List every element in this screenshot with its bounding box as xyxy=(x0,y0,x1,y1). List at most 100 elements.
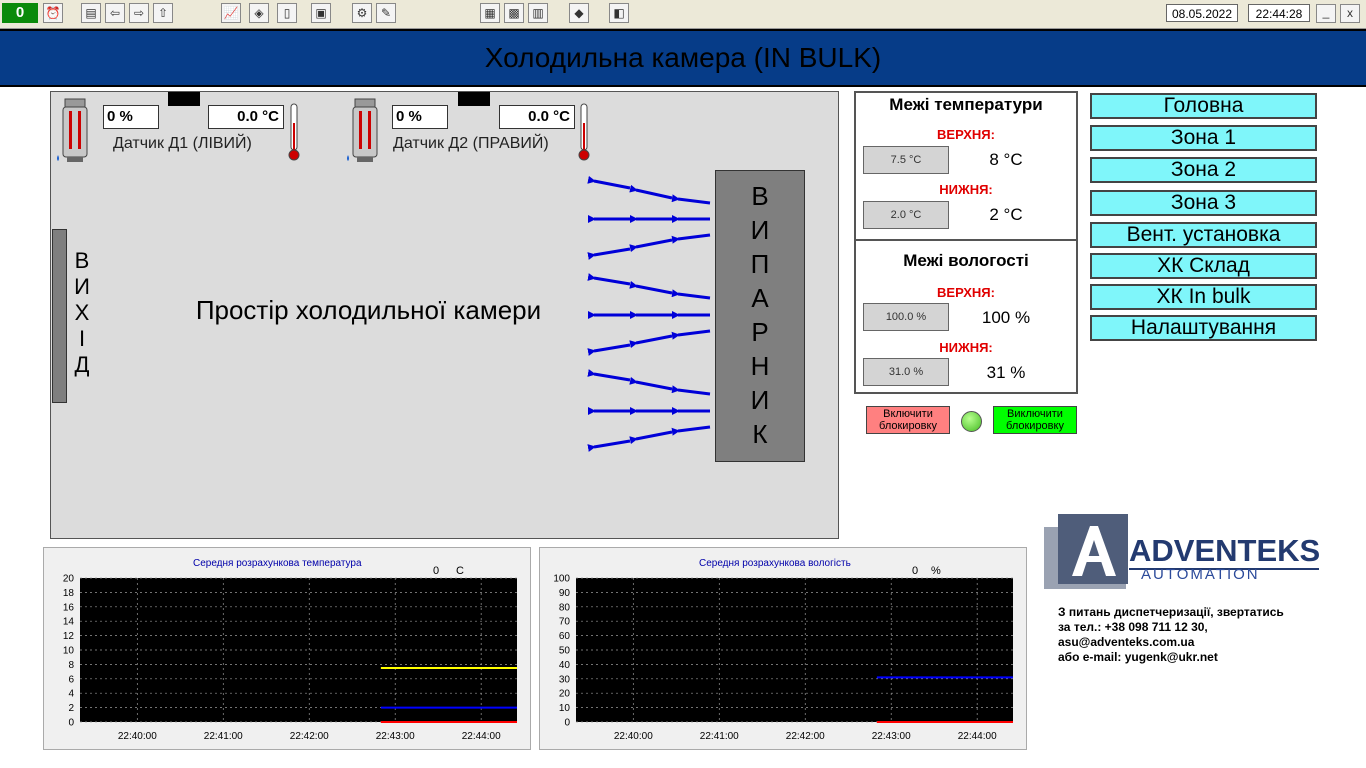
date-display: 08.05.2022 xyxy=(1166,4,1238,22)
y-tick-label: 80 xyxy=(559,602,571,613)
contact-line-1: З питань диспетчеризації, звертатись xyxy=(1058,605,1284,619)
y-tick-label: 40 xyxy=(559,660,571,671)
forward-arrow-icon[interactable]: ⇨ xyxy=(129,3,149,23)
chart-canvas: 0 10 20 30 40 50 60 70 80 90 100 22:40:00 22:41:00 22… xyxy=(553,574,1013,742)
y-tick-label: 0 xyxy=(68,718,74,729)
evaporator: В И П А Р Н И К xyxy=(715,170,805,462)
logo-square xyxy=(1058,514,1128,584)
tree-icon[interactable]: ▤ xyxy=(81,3,101,23)
room-space-label: Простір холодильної камери xyxy=(195,295,542,325)
page-title: Холодильна камера (IN BULK) xyxy=(484,42,882,73)
nav-ventilation-button[interactable]: Вент. установка xyxy=(1090,222,1317,248)
up-arrow-icon[interactable]: ⇧ xyxy=(153,3,173,23)
contact-line-4[interactable]: або e-mail: yugenk@ukr.net xyxy=(1058,650,1218,664)
x-tick-label: 22:43:00 xyxy=(376,731,415,742)
layers-icon[interactable]: ◈ xyxy=(249,3,269,23)
edit-icon[interactable]: ✎ xyxy=(376,3,396,23)
hum-lower-label: НИЖНЯ: xyxy=(939,340,993,355)
x-tick-label: 22:42:00 xyxy=(786,731,825,742)
humidity-sensor-icon xyxy=(347,98,378,162)
y-tick-label: 60 xyxy=(559,631,571,642)
temp-lower-label: НИЖНЯ: xyxy=(939,182,993,197)
y-tick-label: 6 xyxy=(68,674,74,685)
humidity-limits-title: Межі вологості xyxy=(903,251,1029,270)
y-tick-label: 16 xyxy=(63,602,75,613)
enable-blocking-line2: блокировку xyxy=(879,420,937,432)
logo-name: ADVENTEKS xyxy=(1129,533,1321,568)
book-icon[interactable]: ◧ xyxy=(609,3,629,23)
y-tick-label: 70 xyxy=(559,617,571,628)
y-tick-label: 90 xyxy=(559,588,571,599)
cold-room-diagram: 0 % 0.0 °C Датчик Д1 (ЛІВИЙ) 0 % 0.0 °C … xyxy=(50,91,839,539)
disable-blocking-button[interactable]: Виключити блокировку xyxy=(993,406,1077,434)
temp-upper-setpoint-button[interactable]: 7.5 °C xyxy=(863,146,949,174)
y-tick-label: 2 xyxy=(68,703,74,714)
hum-upper-setpoint-button[interactable]: 100.0 % xyxy=(863,303,949,331)
logo-a-icon xyxy=(1072,526,1116,576)
y-tick-label: 20 xyxy=(559,689,571,700)
evaporator-letter: В xyxy=(751,181,769,211)
trend-icon[interactable]: 📈 xyxy=(221,3,241,23)
settings-icon[interactable]: ⚙ xyxy=(352,3,372,23)
alarm-clock-icon[interactable]: ⏰ xyxy=(43,3,63,23)
y-tick-label: 4 xyxy=(68,689,74,700)
chart-canvas: 0 2 4 6 8 10 12 14 16 18 20 22:40:00 22:41:00 22:42:0… xyxy=(63,574,517,742)
temperature-chart-panel: Середня розрахункова температура 0 C 024… xyxy=(43,547,531,750)
network-icon[interactable]: ▩ xyxy=(504,3,524,23)
evaporator-letter: Н xyxy=(750,351,770,381)
eraser-icon[interactable]: ◆ xyxy=(569,3,589,23)
humidity-chart: 0 10 20 30 40 50 60 70 80 90 100 22:40:00 22:41:00 22… xyxy=(540,548,1028,751)
y-tick-label: 100 xyxy=(553,574,570,585)
y-tick-label: 20 xyxy=(63,574,75,585)
enable-blocking-line1: Включити xyxy=(883,408,933,420)
y-tick-label: 12 xyxy=(63,631,75,642)
enable-blocking-button[interactable]: Включити блокировку xyxy=(866,406,950,434)
y-tick-label: 10 xyxy=(559,703,571,714)
exit-letter: Д xyxy=(74,352,90,377)
humidity-chart-panel: Середня розрахункова вологість 0 % 0 10 20… xyxy=(539,547,1027,750)
report-icon[interactable]: ▣ xyxy=(311,3,331,23)
x-tick-label: 22:44:00 xyxy=(462,731,501,742)
nav-zone2-button[interactable]: Зона 2 xyxy=(1090,157,1317,183)
sensor1-label: Датчик Д1 (ЛІВИЙ) xyxy=(113,135,252,152)
nav-settings-button[interactable]: Налаштування xyxy=(1090,315,1317,341)
y-tick-label: 10 xyxy=(63,646,75,657)
sensor2-humidity: 0 % xyxy=(392,105,448,129)
minimize-button[interactable]: _ xyxy=(1316,4,1336,23)
exit-door xyxy=(52,229,67,403)
exit-letter: В xyxy=(74,248,90,273)
evaporator-letter: Р xyxy=(751,317,769,347)
evaporator-letter: И xyxy=(750,215,770,245)
close-button[interactable]: x xyxy=(1340,4,1360,23)
nav-zone3-button[interactable]: Зона 3 xyxy=(1090,190,1317,216)
temperature-chart: 0 2 4 6 8 10 12 14 16 18 20 22:40:00 22:41:00 22:42:0… xyxy=(44,548,532,751)
nav-inbulk-button[interactable]: ХК In bulk xyxy=(1090,284,1317,310)
monitor-icon[interactable]: ▥ xyxy=(528,3,548,23)
header-bar: Холодильна камера (IN BULK) xyxy=(0,29,1366,87)
y-tick-label: 14 xyxy=(63,617,75,628)
disable-blocking-line1: Виключити xyxy=(1007,408,1063,420)
exit-letter: И xyxy=(74,274,90,299)
y-tick-label: 50 xyxy=(559,646,571,657)
nav-warehouse-button[interactable]: ХК Склад xyxy=(1090,253,1317,279)
temp-lower-value: 2 °C xyxy=(989,205,1023,224)
temp-lower-setpoint-button[interactable]: 2.0 °C xyxy=(863,201,949,229)
x-tick-label: 22:40:00 xyxy=(614,731,653,742)
logo-subtitle: AUTOMATION xyxy=(1141,566,1260,583)
temperature-limits-panel: Межі температури ВЕРХНЯ: 7.5 °C 8 °C НИЖ… xyxy=(854,91,1078,241)
x-tick-label: 22:43:00 xyxy=(872,731,911,742)
y-tick-label: 8 xyxy=(68,660,74,671)
toolbar: 0 ⏰ ▤ ⇦ ⇨ ⇧ 📈 ◈ ▯ ▣ ⚙ ✎ ▦ ▩ ▥ ◆ ◧ 08.05.… xyxy=(0,0,1366,29)
hum-upper-value: 100 % xyxy=(981,308,1031,327)
alarm-counter[interactable]: 0 xyxy=(2,3,38,23)
hum-lower-setpoint-button[interactable]: 31.0 % xyxy=(863,358,949,386)
disable-blocking-line2: блокировку xyxy=(1006,420,1064,432)
sensor1-humidity: 0 % xyxy=(103,105,159,129)
back-arrow-icon[interactable]: ⇦ xyxy=(105,3,125,23)
document-icon[interactable]: ▯ xyxy=(277,3,297,23)
window-icon[interactable]: ▦ xyxy=(480,3,500,23)
contact-line-3[interactable]: asu@adventeks.com.ua xyxy=(1058,635,1194,649)
nav-zone1-button[interactable]: Зона 1 xyxy=(1090,125,1317,151)
sensor2-label: Датчик Д2 (ПРАВИЙ) xyxy=(393,135,549,152)
nav-main-button[interactable]: Головна xyxy=(1090,93,1317,119)
